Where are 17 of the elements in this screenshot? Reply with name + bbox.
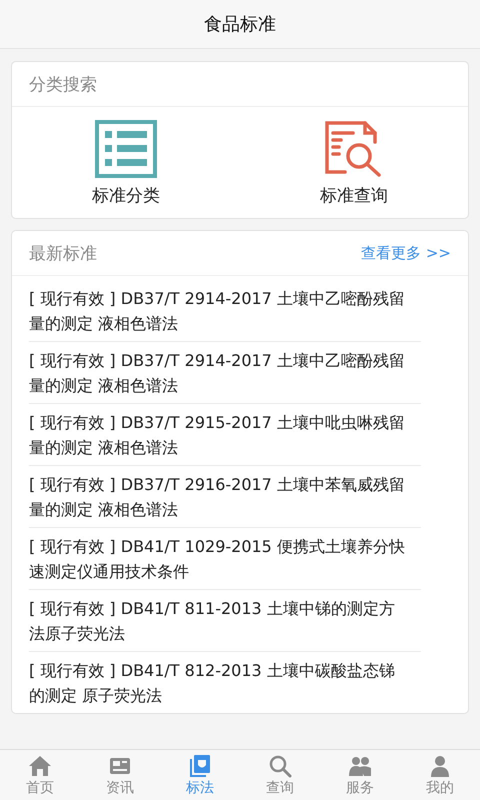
person-icon [428, 754, 452, 778]
standard-list-item[interactable]: [ 现行有效 ] DB37/T 2916-2017 土壤中苯氧威残留量的测定 液相色谱法 [29, 472, 407, 522]
standard-list-item[interactable]: [ 现行有效 ] DB41/T 812-2013 土壤中碳酸盐态锑的测定 原子荧光法 [29, 658, 407, 708]
standard-list-item[interactable]: [ 现行有效 ] DB37/T 2915-2017 土壤中吡虫啉残留量的测定 液相色谱法 [29, 410, 407, 460]
standard-list-item[interactable]: [ 现行有效 ] DB41/T 1029-2015 便携式土壤养分快速测定仪通用技术条件 [29, 534, 407, 584]
home-icon [28, 754, 52, 778]
search-icon [268, 754, 292, 778]
standard-list-item[interactable]: [ 现行有效 ] DB37/T 2914-2017 土壤中乙嘧酚残留量的测定 液相色谱法 [29, 286, 407, 336]
section-heading: 分类搜索 [29, 74, 97, 96]
standard-list-item[interactable]: [ 现行有效 ] DB41/T 811-2013 土壤中锑的测定方法原子荧光法 [29, 596, 407, 646]
standard-list-item[interactable]: [ 现行有效 ] DB37/T 2914-2017 土壤中乙嘧酚残留量的测定 液相色谱法 [29, 348, 407, 398]
section-heading: 最新标准 [29, 242, 97, 264]
document-shield-icon [188, 754, 212, 778]
page-title: 食品标准 [204, 13, 276, 36]
category-entry-button[interactable]: 标准查询 [240, 119, 468, 208]
category-entry-button[interactable]: 标准分类 [12, 119, 240, 208]
list-icon [95, 120, 157, 178]
